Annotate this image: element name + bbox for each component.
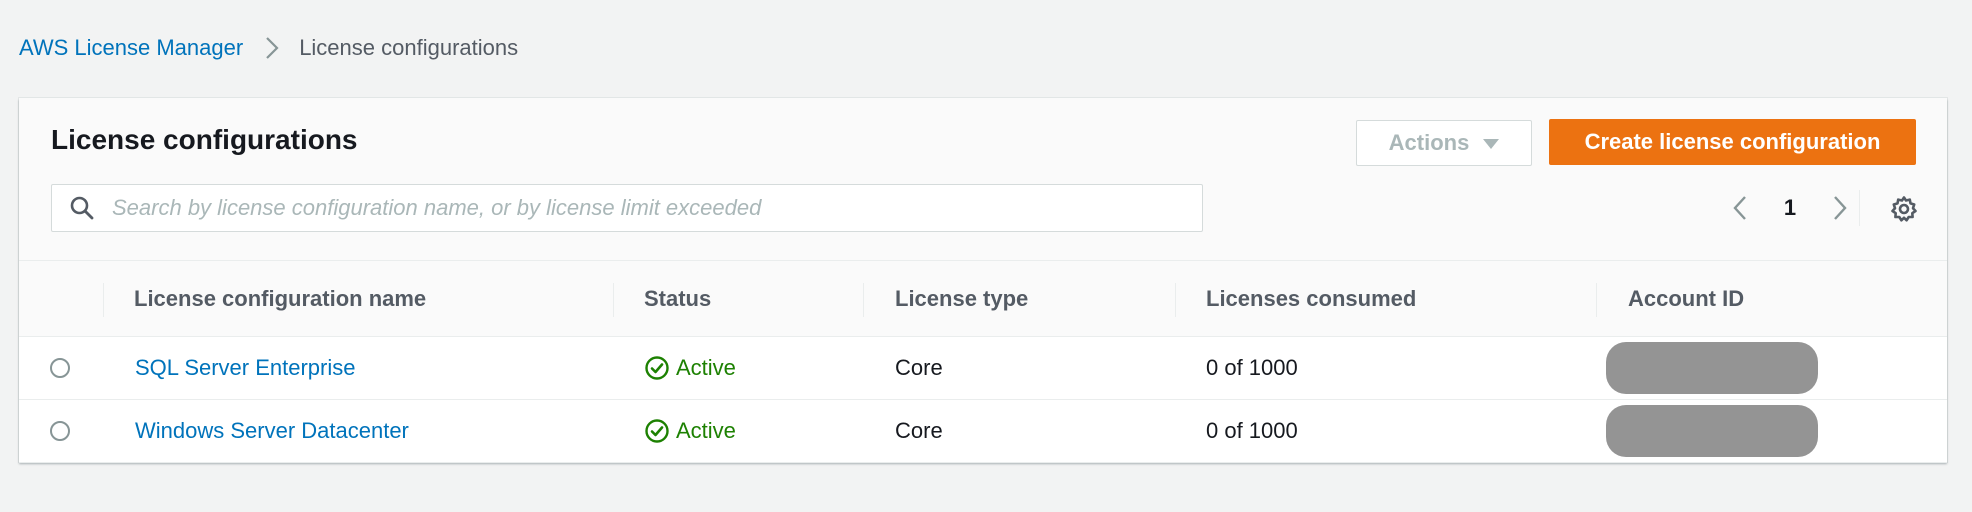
chevron-left-icon (1733, 196, 1746, 220)
account-id-cell (1606, 337, 1818, 399)
row-select-radio[interactable] (50, 421, 70, 441)
row-select-cell (50, 400, 70, 462)
pager-divider (1859, 190, 1860, 226)
name-cell: SQL Server Enterprise (135, 337, 356, 399)
redacted-account-id (1606, 342, 1818, 394)
breadcrumb: AWS License Manager License configuratio… (19, 28, 518, 68)
license-configurations-table: License configuration name Status Licens… (19, 261, 1947, 463)
redacted-account-id (1606, 405, 1818, 457)
column-divider (103, 283, 104, 317)
panel-title: License configurations (51, 124, 358, 155)
actions-button[interactable]: Actions (1356, 120, 1532, 166)
breadcrumb-current: License configurations (299, 35, 519, 60)
breadcrumb-link-license-manager[interactable]: AWS License Manager (19, 35, 243, 61)
licenses-consumed-cell: 0 of 1000 (1206, 355, 1298, 380)
column-divider (863, 283, 864, 317)
column-header-license-type[interactable]: License type (895, 261, 1028, 336)
pagination: 1 (1725, 188, 1855, 228)
panel-header: License configurations Actions Create li… (19, 98, 1947, 261)
name-cell: Windows Server Datacenter (135, 400, 409, 462)
search-icon (68, 194, 96, 222)
check-circle-icon (644, 418, 670, 444)
actions-button-label: Actions (1388, 130, 1470, 155)
license-type-cell: Core (895, 418, 943, 443)
license-configuration-link[interactable]: Windows Server Datacenter (135, 418, 409, 444)
column-header-name[interactable]: License configuration name (134, 261, 426, 336)
table-row[interactable]: Windows Server Datacenter Active Core 0 … (19, 400, 1947, 463)
chevron-right-icon (1834, 196, 1847, 220)
status-badge: Active (644, 418, 736, 444)
status-cell: Active (644, 337, 736, 399)
page-number[interactable]: 1 (1755, 195, 1825, 221)
licenses-consumed-cell: 0 of 1000 (1206, 418, 1298, 443)
column-header-status[interactable]: Status (644, 261, 711, 336)
status-badge: Active (644, 355, 736, 381)
column-divider (613, 283, 614, 317)
license-configurations-panel: License configurations Actions Create li… (19, 98, 1947, 463)
column-divider (1596, 283, 1597, 317)
preferences-button[interactable] (1887, 192, 1921, 226)
account-id-cell (1606, 400, 1818, 462)
table-row[interactable]: SQL Server Enterprise Active Core 0 of 1… (19, 337, 1947, 400)
column-header-account-id[interactable]: Account ID (1628, 261, 1744, 336)
row-select-cell (50, 337, 70, 399)
license-configuration-link[interactable]: SQL Server Enterprise (135, 355, 356, 381)
column-header-licenses-consumed[interactable]: Licenses consumed (1206, 261, 1416, 336)
gear-icon (1891, 196, 1917, 222)
check-circle-icon (644, 355, 670, 381)
table-header: License configuration name Status Licens… (19, 261, 1947, 337)
status-cell: Active (644, 400, 736, 462)
previous-page-button[interactable] (1725, 188, 1755, 228)
license-type-cell: Core (895, 355, 943, 380)
status-text: Active (676, 418, 736, 443)
row-select-radio[interactable] (50, 358, 70, 378)
search-box[interactable] (51, 184, 1203, 232)
column-divider (1175, 283, 1176, 317)
chevron-right-icon (261, 34, 283, 62)
caret-down-icon (1483, 139, 1500, 149)
search-input[interactable] (110, 194, 1174, 222)
next-page-button[interactable] (1825, 188, 1855, 228)
create-license-configuration-button[interactable]: Create license configuration (1549, 119, 1916, 165)
status-text: Active (676, 355, 736, 380)
